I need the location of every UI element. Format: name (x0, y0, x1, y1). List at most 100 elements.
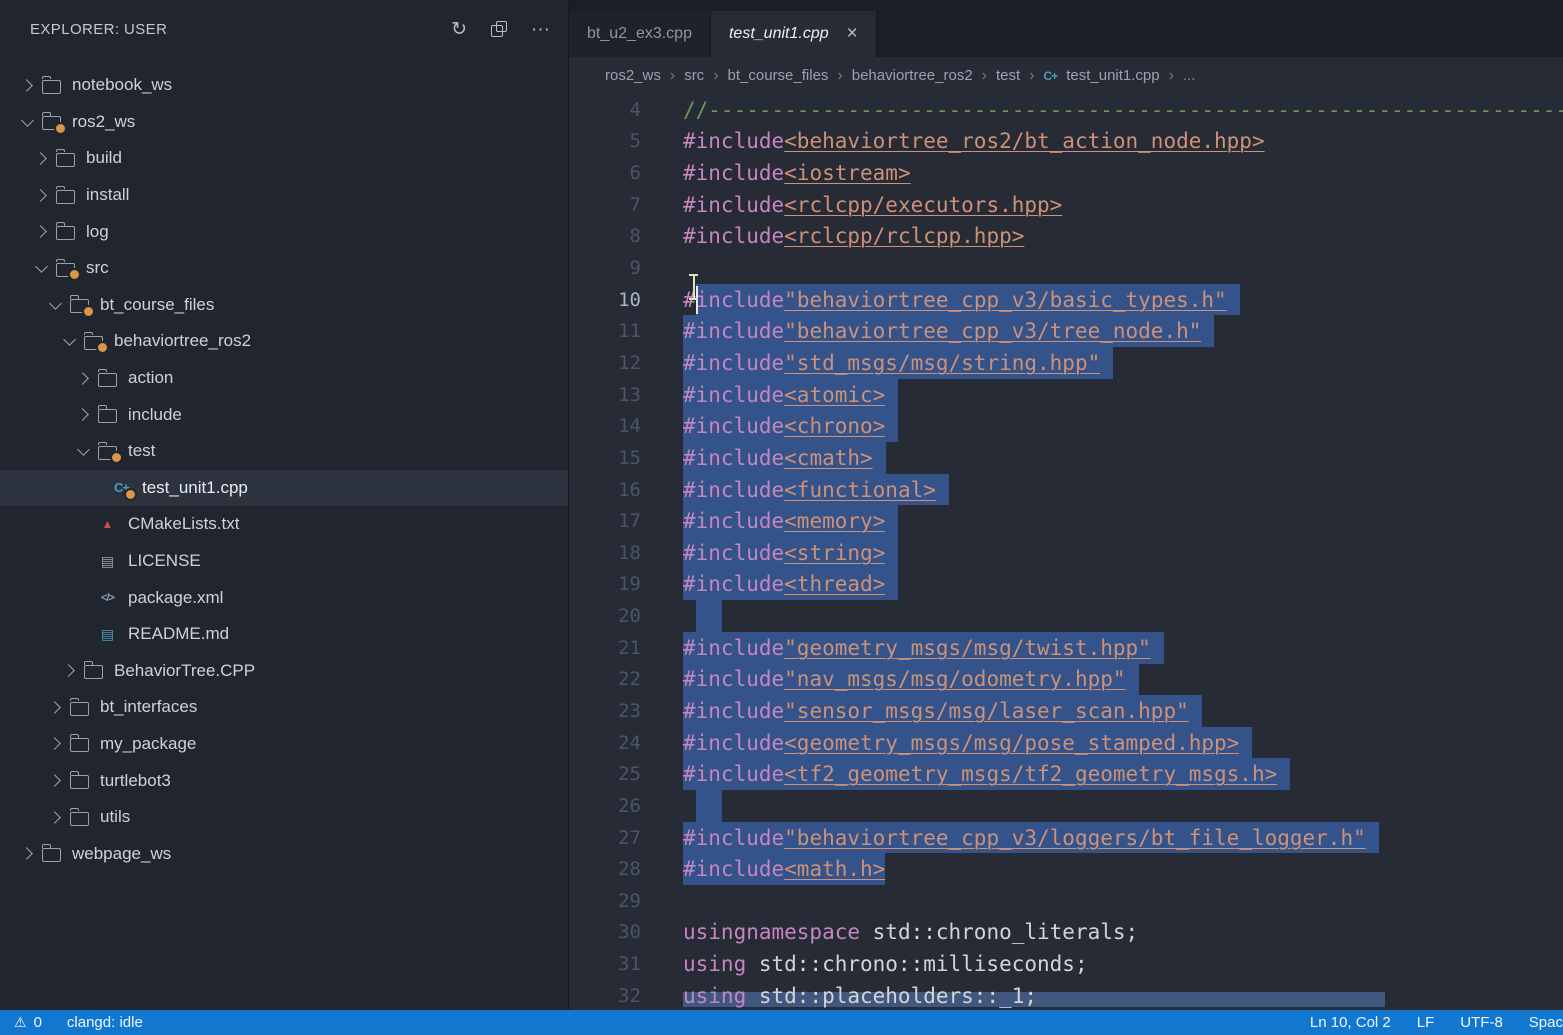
code-line[interactable]: 19#include <thread> (569, 569, 1563, 601)
chevron-right-icon (20, 847, 33, 860)
tree-item-package.xml[interactable]: </>package.xml (0, 579, 568, 616)
chevron-right-icon (76, 372, 89, 385)
line-number: 30 (569, 917, 641, 949)
breadcrumb-item-...[interactable]: ... (1183, 67, 1196, 84)
cursor-position[interactable]: Ln 10, Col 2 (1310, 1014, 1391, 1031)
code-line[interactable]: 12#include "std_msgs/msg/string.hpp" (569, 347, 1563, 379)
code-line[interactable]: 16#include <functional> (569, 474, 1563, 506)
collapse-folders-icon[interactable] (491, 21, 507, 37)
code-line[interactable]: 11#include "behaviortree_cpp_v3/tree_nod… (569, 315, 1563, 347)
line-number: 8 (569, 221, 641, 253)
tree-item-label: bt_course_files (100, 295, 214, 315)
tree-item-action[interactable]: action (0, 360, 568, 397)
code-line[interactable]: 29 (569, 885, 1563, 917)
code-token: <cmath> (784, 442, 873, 474)
tree-item-test_unit1.cpp[interactable]: C+test_unit1.cpp (0, 470, 568, 507)
code-line[interactable]: 14#include <chrono> (569, 410, 1563, 442)
tree-item-test[interactable]: test (0, 433, 568, 470)
line-number: 32 (569, 980, 641, 1010)
tree-chevron (58, 666, 80, 675)
code-line[interactable]: 9 (569, 252, 1563, 284)
refresh-explorer-icon[interactable]: ↻ (451, 20, 467, 39)
tree-item-src[interactable]: src (0, 250, 568, 287)
tree-item-behaviortree_ros2[interactable]: behaviortree_ros2 (0, 323, 568, 360)
breadcrumb-item-ros2_ws[interactable]: ros2_ws (605, 67, 661, 84)
folder-icon (66, 733, 93, 755)
language-server-status[interactable]: clangd: idle (67, 1014, 143, 1031)
code-line[interactable]: 5#include <behaviortree_ros2/bt_action_n… (569, 126, 1563, 158)
code-line[interactable]: 8#include <rclcpp/rclcpp.hpp> (569, 221, 1563, 253)
tree-item-CMakeLists.txt[interactable]: ▲CMakeLists.txt (0, 506, 568, 543)
breadcrumb: ros2_ws›src›bt_course_files›behaviortree… (569, 57, 1563, 94)
tree-item-BehaviorTree.CPP[interactable]: BehaviorTree.CPP (0, 653, 568, 690)
breadcrumb-item-bt_course_files[interactable]: bt_course_files (728, 67, 829, 84)
code-token: #include (683, 632, 784, 664)
line-number: 18 (569, 537, 641, 569)
breadcrumb-item-test_unit1.cpp[interactable]: test_unit1.cpp (1066, 67, 1159, 84)
tree-item-install[interactable]: install (0, 177, 568, 214)
tab-test_unit1.cpp[interactable]: test_unit1.cpp × (711, 11, 877, 57)
line-content: #include <memory> (683, 505, 898, 537)
code-line[interactable]: 10#include "behaviortree_cpp_v3/basic_ty… (569, 284, 1563, 316)
tree-item-bt_course_files[interactable]: bt_course_files (0, 287, 568, 324)
tab-label: bt_u2_ex3.cpp (587, 25, 692, 43)
indentation-indicator[interactable]: Spac (1529, 1014, 1563, 1031)
code-line[interactable]: 23#include "sensor_msgs/msg/laser_scan.h… (569, 695, 1563, 727)
tree-item-turtlebot3[interactable]: turtlebot3 (0, 762, 568, 799)
code-line[interactable]: 24#include <geometry_msgs/msg/pose_stamp… (569, 727, 1563, 759)
code-line[interactable]: 30using namespace std::chrono_literals; (569, 917, 1563, 949)
breadcrumb-item-test[interactable]: test (996, 67, 1020, 84)
line-number: 26 (569, 790, 641, 822)
tree-item-LICENSE[interactable]: ▤LICENSE (0, 543, 568, 580)
encoding-indicator[interactable]: UTF-8 (1460, 1014, 1503, 1031)
tree-item-webpage_ws[interactable]: webpage_ws (0, 835, 568, 872)
tab-bt_u2_ex3.cpp[interactable]: bt_u2_ex3.cpp (569, 11, 711, 57)
editor-area: bt_u2_ex3.cpp test_unit1.cpp × ros2_ws›src… (569, 0, 1563, 1010)
tree-item-include[interactable]: include (0, 396, 568, 433)
code-line[interactable]: 7#include <rclcpp/executors.hpp> (569, 189, 1563, 221)
code-line[interactable]: 21#include "geometry_msgs/msg/twist.hpp" (569, 632, 1563, 664)
text-caret (696, 286, 698, 314)
warning-icon[interactable]: ⚠ (14, 1014, 27, 1031)
code-line[interactable]: 22#include "nav_msgs/msg/odometry.hpp" (569, 664, 1563, 696)
tree-item-notebook_ws[interactable]: notebook_ws (0, 67, 568, 104)
code-line[interactable]: 4//-------------------------------------… (569, 94, 1563, 126)
tab-label: test_unit1.cpp (729, 25, 829, 43)
breadcrumb-item-behaviortree_ros2[interactable]: behaviortree_ros2 (852, 67, 973, 84)
code-line[interactable]: 13#include <atomic> (569, 379, 1563, 411)
code-line[interactable]: 18#include <string> (569, 537, 1563, 569)
code-line[interactable]: 20 (569, 600, 1563, 632)
close-tab-icon[interactable]: × (847, 23, 858, 45)
code-line[interactable]: 25#include <tf2_geometry_msgs/tf2_geomet… (569, 758, 1563, 790)
line-content: #include <chrono> (683, 410, 898, 442)
folder-icon (66, 294, 93, 316)
selection-newline (1189, 695, 1202, 727)
folder-icon (66, 770, 93, 792)
problems-count[interactable]: 0 (34, 1014, 42, 1031)
code-line[interactable]: 32using std::placeholders::_1; (569, 980, 1563, 1010)
tree-chevron (72, 448, 94, 454)
tree-item-utils[interactable]: utils (0, 799, 568, 836)
tree-item-bt_interfaces[interactable]: bt_interfaces (0, 689, 568, 726)
code-token: "std_msgs/msg/string.hpp" (784, 347, 1100, 379)
breadcrumb-item-src[interactable]: src (684, 67, 704, 84)
line-content: #include <behaviortree_ros2/bt_action_no… (683, 126, 1265, 158)
tree-item-log[interactable]: log (0, 213, 568, 250)
tree-item-my_package[interactable]: my_package (0, 726, 568, 763)
line-content: #include "geometry_msgs/msg/twist.hpp" (683, 632, 1164, 664)
code-line[interactable]: 27#include "behaviortree_cpp_v3/loggers/… (569, 822, 1563, 854)
code-line[interactable]: 6#include <iostream> (569, 157, 1563, 189)
code-editor[interactable]: 4//-------------------------------------… (569, 94, 1563, 1010)
tree-item-build[interactable]: build (0, 140, 568, 177)
code-line[interactable]: 17#include <memory> (569, 505, 1563, 537)
line-number: 29 (569, 885, 641, 917)
code-line[interactable]: 31using std::chrono::milliseconds; (569, 948, 1563, 980)
tree-item-ros2_ws[interactable]: ros2_ws (0, 104, 568, 141)
code-line[interactable]: 28#include <math.h> (569, 853, 1563, 885)
more-actions-icon[interactable]: ··· (531, 20, 550, 39)
code-line[interactable]: 26 (569, 790, 1563, 822)
line-number: 31 (569, 948, 641, 980)
eol-indicator[interactable]: LF (1417, 1014, 1435, 1031)
tree-item-README.md[interactable]: ▤README.md (0, 616, 568, 653)
code-line[interactable]: 15#include <cmath> (569, 442, 1563, 474)
